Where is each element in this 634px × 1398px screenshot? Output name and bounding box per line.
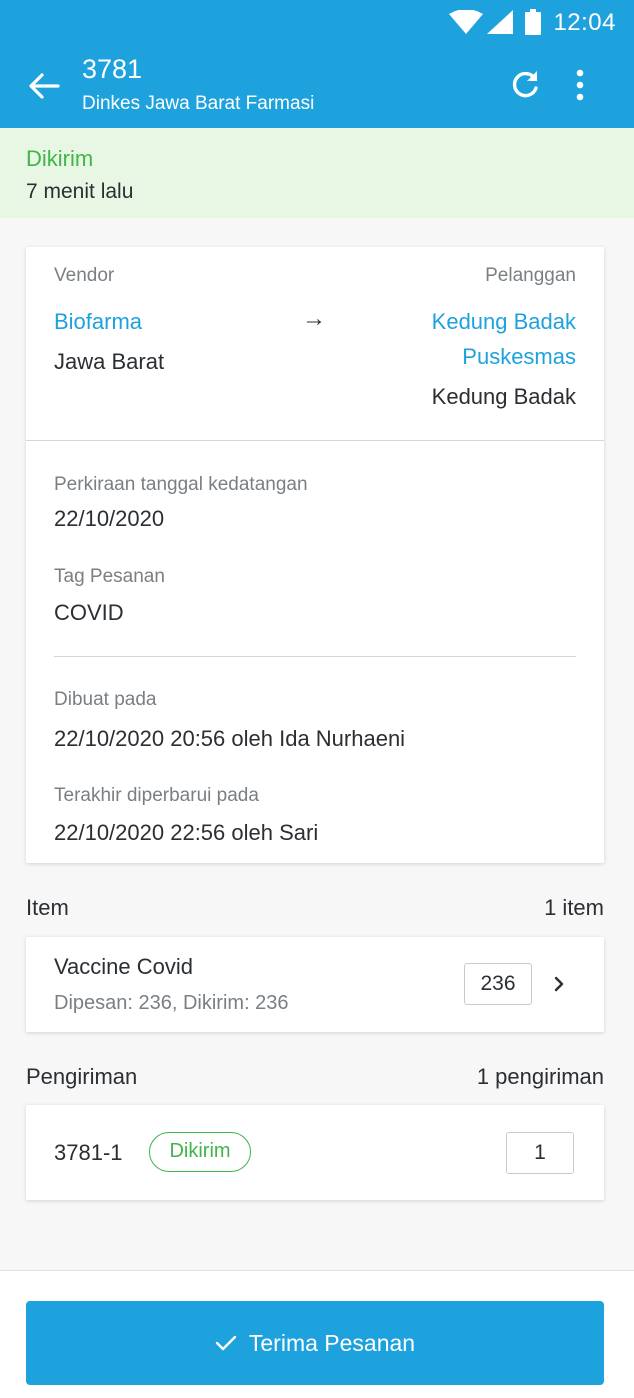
wifi-icon xyxy=(449,10,483,34)
item-quantity-field[interactable]: 236 xyxy=(464,963,532,1005)
updated-label: Terakhir diperbarui pada xyxy=(54,785,259,806)
customer-region: Kedung Badak xyxy=(431,384,576,409)
back-arrow-icon[interactable] xyxy=(26,68,62,104)
items-section-title: Item xyxy=(26,895,69,920)
app-bar: 3781 Dinkes Jawa Barat Farmasi xyxy=(0,44,634,128)
shipment-row[interactable]: 3781-1 Dikirim 1 xyxy=(26,1105,604,1200)
refresh-icon[interactable] xyxy=(506,66,544,104)
page-title: 3781 xyxy=(82,54,143,84)
order-detail-card: Vendor Pelanggan Biofarma Jawa Barat → K… xyxy=(26,247,604,863)
created-value: 22/10/2020 20:56 oleh Ida Nurhaeni xyxy=(54,726,406,751)
shipments-count: 1 pengiriman xyxy=(476,1064,604,1089)
check-icon xyxy=(215,1335,237,1351)
shipment-status-badge: Dikirim xyxy=(149,1132,251,1172)
page-subtitle: Dinkes Jawa Barat Farmasi xyxy=(82,93,315,114)
divider xyxy=(54,656,576,657)
chevron-right-icon[interactable] xyxy=(552,975,566,993)
divider xyxy=(26,440,604,441)
clock: 12:04 xyxy=(553,9,616,36)
customer-name-line1[interactable]: Kedung Badak xyxy=(432,309,576,335)
item-name: Vaccine Covid xyxy=(54,954,193,979)
tag-value: COVID xyxy=(54,600,124,625)
direction-arrow-icon: → xyxy=(302,305,326,332)
item-row[interactable]: Vaccine Covid Dipesan: 236, Dikirim: 236… xyxy=(26,937,604,1032)
vendor-label: Vendor xyxy=(54,265,115,286)
vendor-region: Jawa Barat xyxy=(54,349,165,374)
shipment-quantity-field[interactable]: 1 xyxy=(506,1132,574,1174)
vendor-name[interactable]: Biofarma xyxy=(54,309,142,335)
customer-label: Pelanggan xyxy=(485,265,576,286)
accept-order-button[interactable]: Terima Pesanan xyxy=(26,1301,604,1385)
status-banner: Dikirim 7 menit lalu xyxy=(0,128,634,218)
accept-order-label: Terima Pesanan xyxy=(248,1329,416,1356)
tag-label: Tag Pesanan xyxy=(54,566,165,587)
eta-value: 22/10/2020 xyxy=(54,506,165,531)
status-text: Dikirim xyxy=(26,146,94,171)
customer-name-line2[interactable]: Puskesmas xyxy=(462,344,576,370)
battery-icon xyxy=(525,9,541,35)
eta-label: Perkiraan tanggal kedatangan xyxy=(54,474,308,495)
signal-icon xyxy=(487,10,513,34)
items-count: 1 item xyxy=(544,895,604,920)
shipment-id: 3781-1 xyxy=(54,1140,123,1165)
item-meta: Dipesan: 236, Dikirim: 236 xyxy=(54,992,289,1014)
more-vertical-icon[interactable] xyxy=(565,66,595,104)
created-label: Dibuat pada xyxy=(54,689,157,710)
status-time: 7 menit lalu xyxy=(26,180,134,203)
updated-value: 22/10/2020 22:56 oleh Sari xyxy=(54,820,319,845)
shipments-section-title: Pengiriman xyxy=(26,1064,138,1089)
status-bar: 12:04 xyxy=(0,0,634,44)
